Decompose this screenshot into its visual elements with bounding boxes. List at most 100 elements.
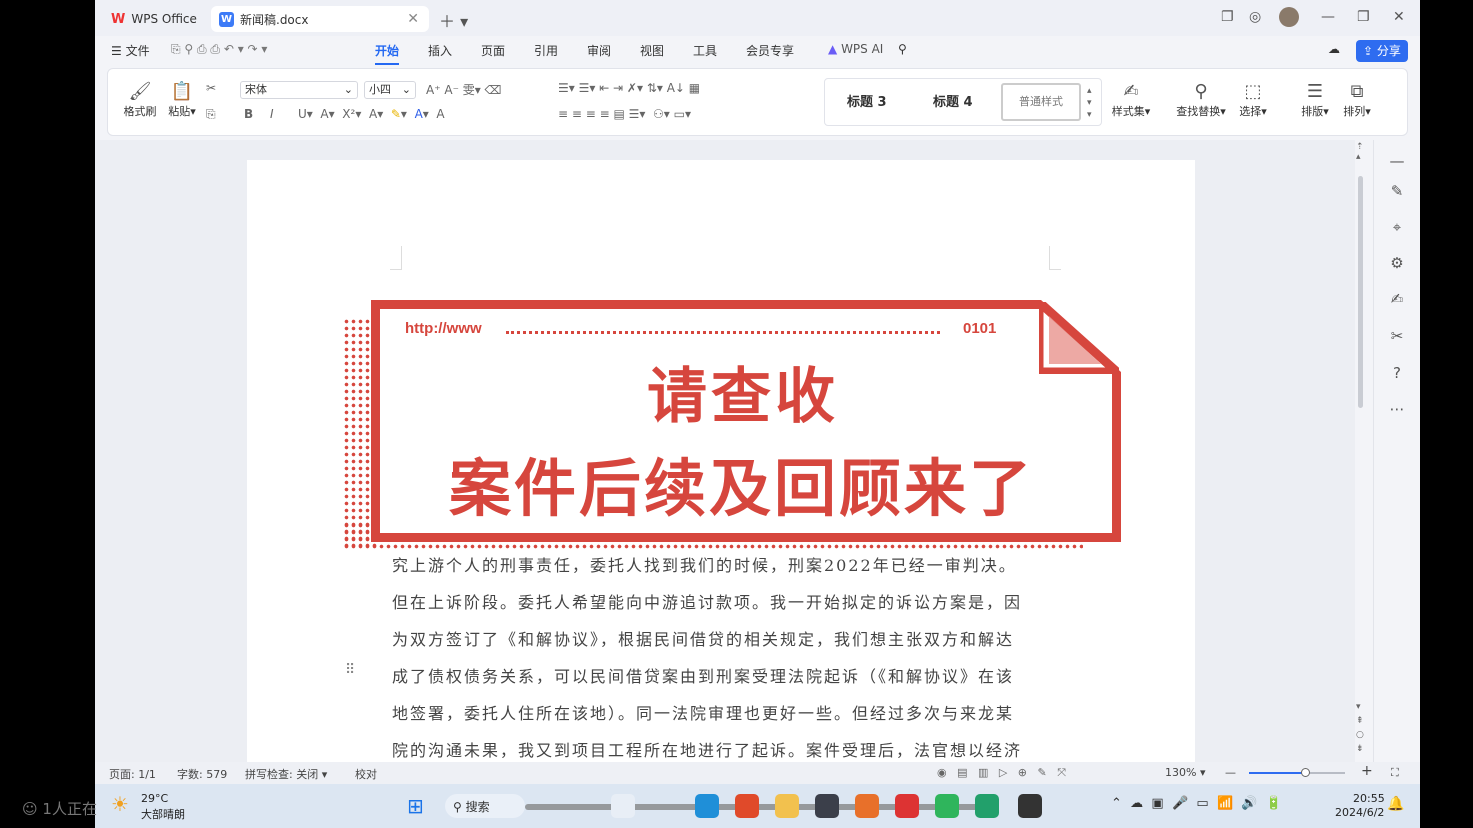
zoom-out-icon[interactable]: —: [1225, 766, 1236, 779]
style-set-button[interactable]: ✍ 样式集▾: [1108, 81, 1154, 119]
arrange-button[interactable]: ⧉ 排列▾: [1336, 81, 1378, 119]
tab-member[interactable]: 会员专享: [746, 42, 794, 59]
chrome-icon[interactable]: [735, 794, 759, 818]
signature-icon[interactable]: ✍: [1386, 290, 1408, 308]
alignment-icons[interactable]: ≡ ≡ ≡ ≡ ▤ ☰▾ ⚇▾ ▭▾: [558, 107, 691, 121]
body-line: 但在上诉阶段。委托人希望能向中游追讨款项。我一开始拟定的诉讼方案是，因: [392, 593, 1023, 612]
file-menu[interactable]: ☰ 文件: [111, 42, 150, 59]
title-bar: W WPS Office W 新闻稿.docx ✕ ＋ ▾ ❐ ◎ — ❐ ✕: [95, 0, 1420, 36]
tab-reference[interactable]: 引用: [534, 42, 558, 59]
page-indicator[interactable]: 页面: 1/1: [109, 766, 156, 782]
chevron-down-icon: ⌄: [401, 83, 411, 96]
style-heading-4[interactable]: 标题 4: [933, 91, 973, 110]
taskbar-search[interactable]: ⚲ 搜索: [445, 794, 525, 818]
vertical-scrollbar[interactable]: ⇡ ▴ ▾ ⇞ ○ ⇟: [1355, 140, 1369, 762]
clock-date[interactable]: 2024/6/2: [1335, 806, 1384, 819]
close-window-icon[interactable]: ✕: [1393, 9, 1405, 25]
system-tray-icons[interactable]: ⌃ ☁ ▣ 🎤 ▭ 📶 🔊 🔋: [1111, 796, 1282, 811]
avatar[interactable]: [1279, 7, 1299, 27]
cut-icon[interactable]: ✂: [206, 81, 216, 95]
app-icon[interactable]: [855, 794, 879, 818]
magnifier-icon: ⚲: [1194, 81, 1208, 102]
tab-view[interactable]: 视图: [640, 42, 664, 59]
document-area[interactable]: 究上游个人的刑事责任，委托人找到我们的时候，刑案2022年已经一审判决。 但在上…: [95, 140, 1355, 762]
close-tab-icon[interactable]: ✕: [407, 11, 419, 27]
tab-page[interactable]: 页面: [481, 42, 505, 59]
find-replace-button[interactable]: ⚲ 查找替换▾: [1172, 81, 1230, 119]
tools-icon[interactable]: ✂: [1386, 327, 1408, 345]
zoom-slider-handle[interactable]: [1301, 768, 1310, 777]
maximize-icon[interactable]: ❐: [1357, 9, 1370, 25]
sync-icon[interactable]: ◎: [1249, 9, 1261, 25]
paste-button[interactable]: 📋 粘贴▾: [164, 81, 200, 119]
folder-icon[interactable]: [775, 794, 799, 818]
margin-corner: [1049, 246, 1061, 270]
word-count[interactable]: 字数: 579: [177, 766, 227, 782]
sliders-icon[interactable]: ⚙: [1386, 254, 1408, 272]
select-pointer-icon[interactable]: ⌖: [1386, 218, 1408, 236]
windows-start-icon[interactable]: ⊞: [407, 794, 424, 818]
tab-wps-home[interactable]: W WPS Office: [103, 6, 203, 32]
font-tools-icons[interactable]: A⁺ A⁻ 雯▾ ⌫: [426, 81, 502, 98]
copy-icon[interactable]: ⎘: [206, 107, 216, 122]
weather-icon[interactable]: ☀: [111, 792, 129, 816]
weather-temp: 29°C: [141, 792, 169, 805]
share-button[interactable]: ⇪ 分享: [1356, 40, 1408, 62]
tab-start[interactable]: 开始: [375, 42, 400, 65]
file-menu-label: 文件: [125, 44, 150, 58]
edge-icon[interactable]: [695, 794, 719, 818]
help-icon[interactable]: ?: [1386, 364, 1408, 382]
view-mode-icons[interactable]: ◉ ▤ ▥ ▷ ⊕ ✎ ⤧: [937, 766, 1066, 780]
app-icon[interactable]: [1018, 794, 1042, 818]
zoom-level[interactable]: 130% ▾: [1165, 766, 1205, 779]
taskbar-search-label: 搜索: [465, 800, 490, 814]
wps-ai-button[interactable]: ▲ WPS AI: [828, 42, 883, 56]
style-normal[interactable]: 普通样式: [1001, 83, 1081, 121]
font-family-select[interactable]: 宋体 ⌄: [240, 81, 358, 99]
clock-time[interactable]: 20:55: [1353, 792, 1385, 805]
quick-access-icons[interactable]: ⎘ ⚲ ⎙ ⎙ ↶ ▾ ↷ ▾: [171, 42, 267, 57]
format-painter-button[interactable]: 🖌 格式刷: [120, 81, 160, 119]
banner-image[interactable]: http://www 0101 请查收 案件后续及回顾来了: [343, 300, 1123, 560]
layout-button[interactable]: ☰ 排版▾: [1294, 81, 1336, 119]
more-icon[interactable]: ⋯: [1386, 400, 1408, 418]
restore-panel-icon[interactable]: ❐: [1221, 9, 1234, 25]
pen-icon[interactable]: ✎: [1386, 182, 1408, 200]
bold-icon[interactable]: B: [244, 107, 253, 121]
app-icon[interactable]: [975, 794, 999, 818]
zoom-in-icon[interactable]: +: [1361, 763, 1373, 779]
wps-icon[interactable]: [895, 794, 919, 818]
wechat-icon[interactable]: [935, 794, 959, 818]
text-format-icons[interactable]: U▾ A▾ X²▾ A▾ ✎▾ A▾ A: [298, 107, 445, 121]
search-icon[interactable]: ⚲: [898, 42, 907, 56]
new-tab-icon[interactable]: ＋ ▾: [439, 8, 468, 32]
drag-handle-icon[interactable]: ⠿: [345, 662, 355, 678]
tab-document[interactable]: W 新闻稿.docx ✕: [211, 6, 429, 32]
font-size-select[interactable]: 小四 ⌄: [364, 81, 416, 99]
cloud-icon[interactable]: ☁: [1328, 42, 1340, 56]
scroll-thumb[interactable]: [1358, 176, 1363, 408]
zoom-slider[interactable]: [1249, 768, 1345, 777]
collapse-icon[interactable]: —: [1386, 152, 1408, 170]
ribbon-toolbar: 🖌 格式刷 📋 粘贴▾ ✂ ⎘ 宋体 ⌄ 小四 ⌄ A⁺ A⁻ 雯▾ ⌫ B I U▾ …: [107, 68, 1408, 136]
scroll-down-icon[interactable]: ▾ ⇞ ○ ⇟: [1356, 700, 1364, 756]
style-heading-3[interactable]: 标题 3: [847, 91, 887, 110]
tab-tools[interactable]: 工具: [693, 42, 717, 59]
app-icon[interactable]: [815, 794, 839, 818]
notification-icon[interactable]: 🔔: [1387, 796, 1404, 812]
tab-review[interactable]: 审阅: [587, 42, 611, 59]
font-size-value: 小四: [369, 83, 391, 96]
scroll-up-icon[interactable]: ⇡ ▴: [1356, 142, 1364, 162]
select-button[interactable]: ⬚ 选择▾: [1232, 81, 1274, 119]
minimize-icon[interactable]: —: [1321, 9, 1335, 25]
fullscreen-icon[interactable]: ⛶: [1391, 766, 1399, 780]
style-scroll-icon[interactable]: ▴ ▾ ▾: [1087, 85, 1092, 121]
proofread-button[interactable]: 校对: [355, 766, 377, 782]
menu-bar: ☰ 文件 ⎘ ⚲ ⎙ ⎙ ↶ ▾ ↷ ▾ 开始 插入 页面 引用 审阅 视图 工…: [95, 36, 1420, 66]
app-icon[interactable]: [611, 794, 635, 818]
italic-icon[interactable]: I: [270, 107, 274, 121]
tab-insert[interactable]: 插入: [428, 42, 452, 59]
spell-check-status[interactable]: 拼写检查: 关闭 ▾: [245, 766, 327, 782]
document-page[interactable]: 究上游个人的刑事责任，委托人找到我们的时候，刑案2022年已经一审判决。 但在上…: [247, 160, 1195, 762]
paragraph-icons[interactable]: ☰▾ ☰▾ ⇤ ⇥ ✗▾ ⇅▾ A↓ ▦: [558, 81, 700, 95]
